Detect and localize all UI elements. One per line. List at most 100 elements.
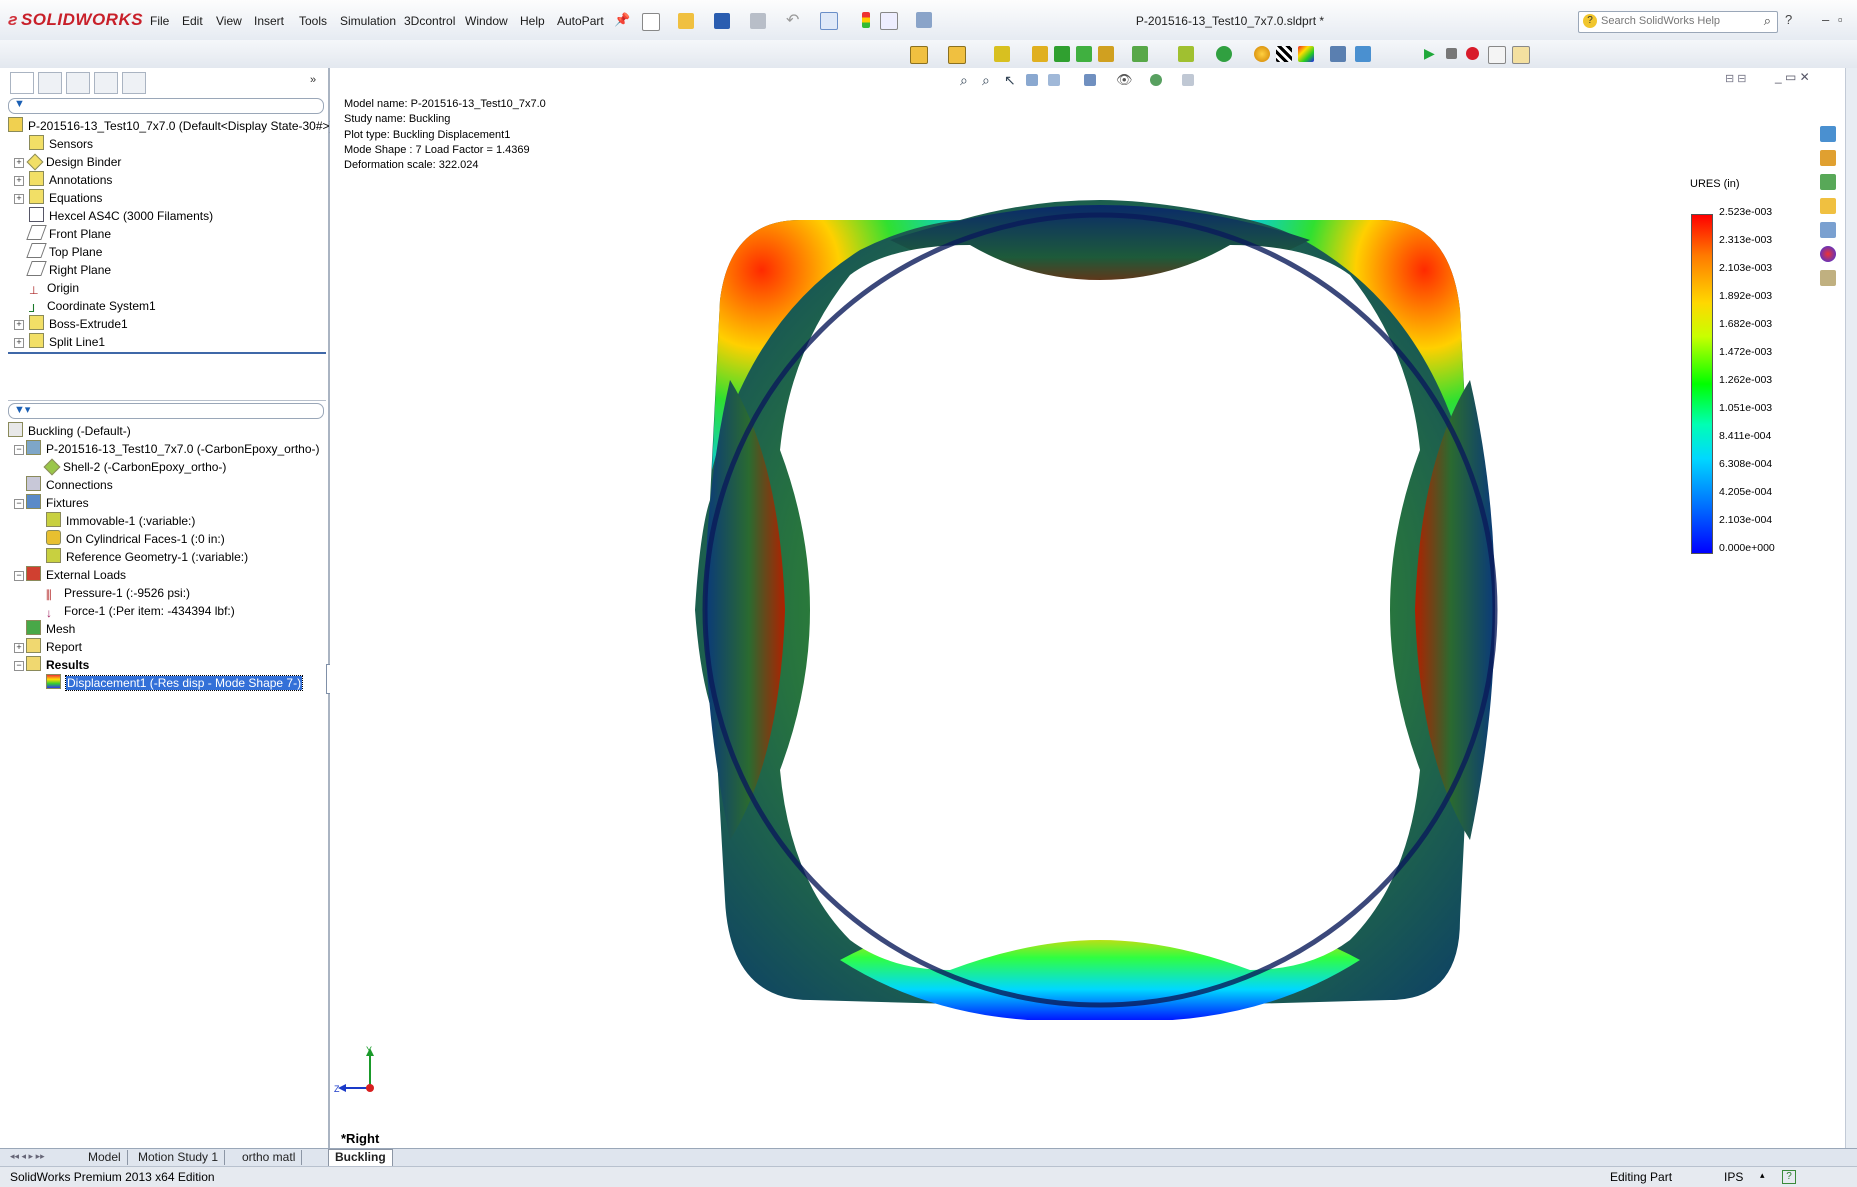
plot-tools-icon[interactable] bbox=[1132, 46, 1148, 62]
sim-tree-external-loads[interactable]: External Loads bbox=[26, 566, 126, 584]
expand-toggle[interactable]: + bbox=[14, 320, 24, 330]
solidworks-resources-icon[interactable] bbox=[1820, 126, 1836, 142]
sim-tree-pressure[interactable]: ⫼ Pressure-1 (:-9526 psi:) bbox=[46, 584, 190, 602]
options-filter-icon[interactable] bbox=[916, 12, 932, 28]
tree-item-top-plane[interactable]: Top Plane bbox=[26, 243, 102, 261]
expand-panel-icon[interactable]: » bbox=[310, 74, 316, 86]
connections-icon[interactable] bbox=[1032, 46, 1048, 62]
deformed-result-icon[interactable] bbox=[1178, 46, 1194, 62]
view-palette-icon[interactable] bbox=[1820, 222, 1836, 238]
expand-toggle[interactable]: + bbox=[14, 158, 24, 168]
tab-buckling[interactable]: Buckling bbox=[328, 1149, 393, 1167]
sim-tree-displacement-plot[interactable]: Displacement1 (-Res disp - Mode Shape 7-… bbox=[46, 674, 304, 692]
sim-tree-part[interactable]: P-201516-13_Test10_7x7.0 (-CarbonEpoxy_o… bbox=[26, 440, 320, 458]
dimxpert-manager-tab[interactable] bbox=[94, 72, 118, 94]
mesh-icon[interactable] bbox=[1054, 46, 1070, 62]
section-view-icon[interactable] bbox=[1026, 74, 1038, 86]
search-results-icon[interactable] bbox=[1820, 198, 1836, 214]
save-animation-icon[interactable] bbox=[1512, 46, 1530, 64]
study-icon[interactable] bbox=[910, 46, 928, 64]
tree-item-front-plane[interactable]: Front Plane bbox=[26, 225, 111, 243]
sim-tree-fixtures[interactable]: Fixtures bbox=[26, 494, 89, 512]
loads-icon[interactable] bbox=[994, 46, 1010, 62]
solidworks-logo[interactable]: ƨ SOLIDWORKS bbox=[8, 10, 143, 30]
sim-tree-force[interactable]: ↓ Force-1 (:Per item: -434394 lbf:) bbox=[46, 602, 235, 620]
color-scale-bar[interactable] bbox=[1691, 214, 1713, 554]
view-orientation-icon[interactable] bbox=[1048, 74, 1060, 86]
expand-toggle[interactable]: + bbox=[14, 643, 24, 653]
design-library-icon[interactable] bbox=[1820, 150, 1836, 166]
tab-motion-study[interactable]: Motion Study 1 bbox=[132, 1150, 226, 1165]
view-settings-icon[interactable] bbox=[1182, 74, 1194, 86]
feature-manager-tab[interactable] bbox=[10, 72, 34, 94]
units-menu-arrow-icon[interactable]: ▴ bbox=[1760, 1170, 1765, 1181]
tree-item-right-plane[interactable]: Right Plane bbox=[26, 261, 111, 279]
sim-tree-connections[interactable]: Connections bbox=[26, 476, 113, 494]
tree-item-equations[interactable]: Equations bbox=[29, 189, 102, 207]
stop-icon[interactable] bbox=[1446, 48, 1457, 59]
restore-window-icon[interactable]: ▫ bbox=[1838, 12, 1843, 27]
minimize-window-icon[interactable]: – bbox=[1822, 12, 1829, 27]
menu-simulation[interactable]: Simulation bbox=[340, 14, 396, 28]
sim-tree-report[interactable]: Report bbox=[26, 638, 82, 656]
edit-appearance-icon[interactable] bbox=[1150, 74, 1162, 86]
status-units[interactable]: IPS bbox=[1724, 1170, 1743, 1184]
collapse-toggle[interactable]: − bbox=[14, 445, 24, 455]
expand-toggle[interactable]: + bbox=[14, 176, 24, 186]
file-explorer-icon[interactable] bbox=[1820, 174, 1836, 190]
run-study-icon[interactable] bbox=[1076, 46, 1092, 62]
buckling-mode-shape[interactable] bbox=[690, 200, 1510, 1020]
feature-tree-filter[interactable]: ▼ bbox=[8, 98, 324, 114]
file-properties-icon[interactable] bbox=[880, 12, 898, 30]
collapse-toggle[interactable]: − bbox=[14, 661, 24, 671]
help-icon[interactable]: ? bbox=[1785, 12, 1792, 27]
undo-icon[interactable]: ↶ bbox=[786, 10, 799, 30]
tree-item-split-line[interactable]: Split Line1 bbox=[29, 333, 105, 351]
menu-autopart[interactable]: AutoPart bbox=[557, 14, 604, 28]
panel-splitter[interactable] bbox=[8, 400, 326, 401]
tab-ortho-matl[interactable]: ortho matl bbox=[236, 1150, 303, 1165]
display-style-icon[interactable] bbox=[1084, 74, 1096, 86]
pin-icon[interactable]: 📌 bbox=[614, 12, 630, 28]
record-icon[interactable] bbox=[1466, 47, 1479, 60]
rebuild-icon[interactable] bbox=[862, 12, 870, 28]
menu-file[interactable]: File bbox=[150, 14, 169, 28]
menu-3dcontrol[interactable]: 3Dcontrol bbox=[404, 14, 455, 28]
expand-toggle[interactable]: + bbox=[14, 194, 24, 204]
new-document-icon[interactable] bbox=[642, 13, 660, 31]
color-map-icon[interactable] bbox=[1298, 46, 1314, 62]
tab-scroll-arrows[interactable]: ◂◂ ◂ ▸ ▸▸ bbox=[10, 1151, 45, 1162]
menu-view[interactable]: View bbox=[216, 14, 242, 28]
task-pane-strip[interactable] bbox=[1845, 68, 1857, 1148]
sim-tree-root[interactable]: Buckling (-Default-) bbox=[8, 422, 131, 440]
sim-tree-mesh[interactable]: Mesh bbox=[26, 620, 75, 638]
search-help-field[interactable]: ? Search SolidWorks Help ⌕ bbox=[1578, 11, 1778, 33]
results-advisor-icon[interactable] bbox=[1098, 46, 1114, 62]
tile-windows-icon[interactable]: ⊟ ⊟ bbox=[1725, 72, 1747, 85]
tab-model[interactable]: Model bbox=[82, 1150, 128, 1165]
menu-tools[interactable]: Tools bbox=[299, 14, 327, 28]
play-icon[interactable]: ▶ bbox=[1424, 45, 1435, 62]
configuration-manager-tab[interactable] bbox=[66, 72, 90, 94]
tree-item-design-binder[interactable]: Design Binder bbox=[26, 153, 121, 171]
report-icon[interactable] bbox=[1355, 46, 1371, 62]
custom-properties-icon[interactable] bbox=[1820, 270, 1836, 286]
sim-tree-immovable[interactable]: Immovable-1 (:variable:) bbox=[46, 512, 195, 530]
fixtures-icon[interactable] bbox=[948, 46, 966, 64]
print-icon[interactable] bbox=[750, 13, 766, 29]
appearances-icon[interactable] bbox=[1820, 246, 1836, 262]
help-status-icon[interactable]: ? bbox=[1782, 1170, 1796, 1184]
hide-show-items-icon[interactable]: 👁 bbox=[1116, 72, 1133, 88]
display-manager-tab[interactable] bbox=[122, 72, 146, 94]
tree-item-annotations[interactable]: Annotations bbox=[29, 171, 112, 189]
compare-results-icon[interactable] bbox=[1216, 46, 1232, 62]
design-insight-icon[interactable] bbox=[1254, 46, 1270, 62]
collapse-toggle[interactable]: − bbox=[14, 571, 24, 581]
menu-insert[interactable]: Insert bbox=[254, 14, 284, 28]
property-manager-tab[interactable] bbox=[38, 72, 62, 94]
expand-toggle[interactable]: + bbox=[14, 338, 24, 348]
sim-tree-reference-geometry[interactable]: Reference Geometry-1 (:variable:) bbox=[46, 548, 248, 566]
tree-item-boss-extrude[interactable]: Boss-Extrude1 bbox=[29, 315, 128, 333]
feature-tree-root[interactable]: P-201516-13_Test10_7x7.0 (Default<Displa… bbox=[8, 117, 334, 135]
zoom-to-fit-icon[interactable]: ⌕ bbox=[960, 72, 968, 89]
